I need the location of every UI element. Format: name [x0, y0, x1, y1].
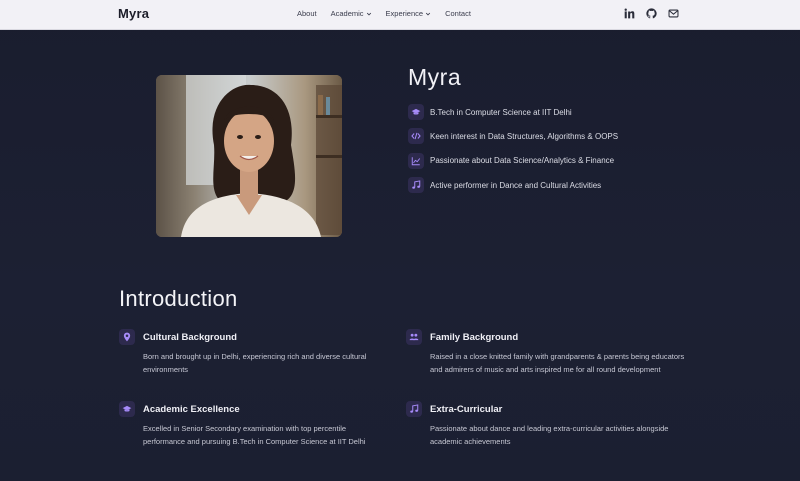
hero-name: Myra: [408, 64, 462, 90]
profile-portrait: [156, 75, 342, 237]
hero-highlights: B.Tech in Computer Science at IIT Delhi …: [408, 100, 618, 197]
list-item: B.Tech in Computer Science at IIT Delhi: [408, 100, 618, 124]
music-note-icon: [406, 401, 422, 417]
list-item: Active performer in Dance and Cultural A…: [408, 173, 618, 197]
people-icon: [406, 329, 422, 345]
card-title: Extra-Curricular: [430, 403, 503, 415]
card-title: Academic Excellence: [143, 403, 240, 415]
card-family-background: Family Background Raised in a close knit…: [406, 329, 686, 376]
graduation-cap-icon: [119, 401, 135, 417]
card-extra-curricular: Extra-Curricular Passionate about dance …: [406, 401, 686, 448]
list-item: Keen interest in Data Structures, Algori…: [408, 124, 618, 148]
card-body: Passionate about dance and leading extra…: [430, 424, 669, 446]
chevron-down-icon: [366, 12, 371, 16]
nav-links: About Academic Experience Contact: [297, 9, 485, 18]
nav-link-academic[interactable]: Academic: [331, 9, 372, 18]
music-note-icon: [408, 177, 424, 194]
section-title-introduction: Introduction: [119, 286, 238, 311]
card-cultural-background: Cultural Background Born and brought up …: [119, 329, 379, 376]
profile-photo: [156, 75, 342, 237]
chart-line-icon: [408, 152, 424, 169]
card-title: Cultural Background: [143, 331, 237, 343]
code-icon: [408, 128, 424, 145]
navbar: Myra About Academic Experience Contact: [0, 0, 800, 30]
map-pin-icon: [119, 329, 135, 345]
card-academic-excellence: Academic Excellence Excelled in Senior S…: [119, 401, 379, 448]
github-icon[interactable]: [646, 8, 657, 19]
social-links: [624, 8, 679, 19]
card-title: Family Background: [430, 331, 519, 343]
nav-link-about[interactable]: About: [297, 9, 317, 18]
linkedin-icon[interactable]: [624, 8, 635, 19]
card-body: Raised in a close knitted family with gr…: [430, 352, 685, 374]
mail-icon[interactable]: [668, 8, 679, 19]
graduation-cap-icon: [408, 104, 424, 121]
nav-link-contact[interactable]: Contact: [445, 9, 471, 18]
list-item: Passionate about Data Science/Analytics …: [408, 149, 618, 173]
card-body: Excelled in Senior Secondary examination…: [143, 424, 366, 446]
card-body: Born and brought up in Delhi, experienci…: [143, 352, 367, 374]
nav-link-experience[interactable]: Experience: [386, 9, 432, 18]
chevron-down-icon: [425, 12, 431, 16]
brand-logo[interactable]: Myra: [118, 6, 149, 21]
